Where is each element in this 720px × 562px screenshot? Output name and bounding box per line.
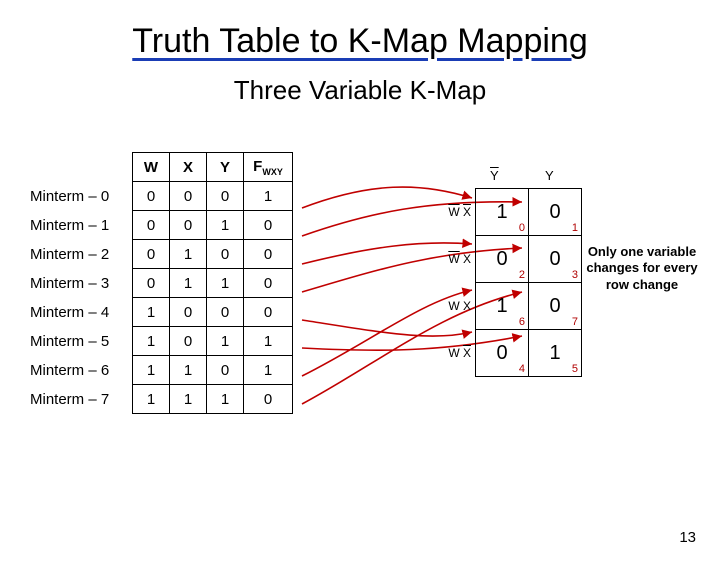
truth-cell: 1 — [170, 356, 207, 385]
truth-row-label: Minterm – 6 — [30, 356, 133, 385]
truth-cell: 1 — [244, 327, 293, 356]
truth-cell: 0 — [170, 182, 207, 211]
kmap-cell: 03 — [529, 236, 582, 283]
truth-cell: 0 — [244, 240, 293, 269]
truth-cell: 1 — [170, 269, 207, 298]
truth-cell: 1 — [133, 385, 170, 414]
truth-cell: 0 — [170, 211, 207, 240]
kmap-cell: 15 — [529, 330, 582, 377]
truth-header-y: Y — [207, 153, 244, 182]
truth-cell: 0 — [133, 240, 170, 269]
truth-row-label: Minterm – 5 — [30, 327, 133, 356]
truth-row-label: Minterm – 3 — [30, 269, 133, 298]
truth-cell: 1 — [207, 211, 244, 240]
truth-cell: 0 — [207, 356, 244, 385]
kmap-row-label-0: W X — [430, 189, 476, 236]
truth-header-w: W — [133, 153, 170, 182]
page-number: 13 — [679, 529, 696, 546]
truth-table: W X Y FWXY Minterm – 00001 Minterm – 100… — [30, 152, 293, 414]
truth-cell: 0 — [207, 298, 244, 327]
truth-row-label: Minterm – 1 — [30, 211, 133, 240]
kmap-row-label-2: W X — [430, 283, 476, 330]
kmap-row-label-1: W X — [430, 236, 476, 283]
truth-cell: 1 — [207, 269, 244, 298]
kmap-col-y: Y — [545, 168, 554, 183]
truth-cell: 1 — [170, 385, 207, 414]
truth-header-f: FWXY — [244, 153, 293, 182]
truth-cell: 1 — [133, 327, 170, 356]
truth-cell: 0 — [170, 298, 207, 327]
kmap-cell: 10 — [476, 189, 529, 236]
truth-cell: 0 — [244, 385, 293, 414]
truth-cell: 0 — [207, 182, 244, 211]
truth-cell: 0 — [244, 211, 293, 240]
annotation-note: Only one variable changes for every row … — [582, 244, 702, 293]
truth-cell: 0 — [207, 240, 244, 269]
truth-row-label: Minterm – 4 — [30, 298, 133, 327]
truth-cell: 1 — [244, 356, 293, 385]
truth-cell: 1 — [133, 298, 170, 327]
truth-cell: 1 — [133, 356, 170, 385]
truth-header-blank — [30, 153, 133, 182]
kmap-cell: 04 — [476, 330, 529, 377]
kmap-cell: 01 — [529, 189, 582, 236]
truth-header-x: X — [170, 153, 207, 182]
kmap-row-label-3: W X — [430, 330, 476, 377]
truth-cell: 1 — [207, 327, 244, 356]
truth-cell: 0 — [244, 269, 293, 298]
truth-cell: 1 — [244, 182, 293, 211]
truth-cell: 0 — [133, 269, 170, 298]
truth-cell: 0 — [170, 327, 207, 356]
slide-content: W X Y FWXY Minterm – 00001 Minterm – 100… — [0, 152, 720, 472]
truth-row-label: Minterm – 0 — [30, 182, 133, 211]
slide-subtitle: Three Variable K-Map — [0, 75, 720, 106]
kmap-cell: 02 — [476, 236, 529, 283]
slide-title: Truth Table to K-Map Mapping — [0, 22, 720, 61]
truth-cell: 1 — [207, 385, 244, 414]
kmap-cell: 07 — [529, 283, 582, 330]
truth-cell: 1 — [170, 240, 207, 269]
truth-cell: 0 — [133, 211, 170, 240]
kmap-cell: 16 — [476, 283, 529, 330]
truth-row-label: Minterm – 2 — [30, 240, 133, 269]
truth-cell: 0 — [133, 182, 170, 211]
kmap: Y Y W X 10 01 W X 02 03 W X 16 07 — [430, 168, 582, 382]
truth-cell: 0 — [244, 298, 293, 327]
truth-row-label: Minterm – 7 — [30, 385, 133, 414]
